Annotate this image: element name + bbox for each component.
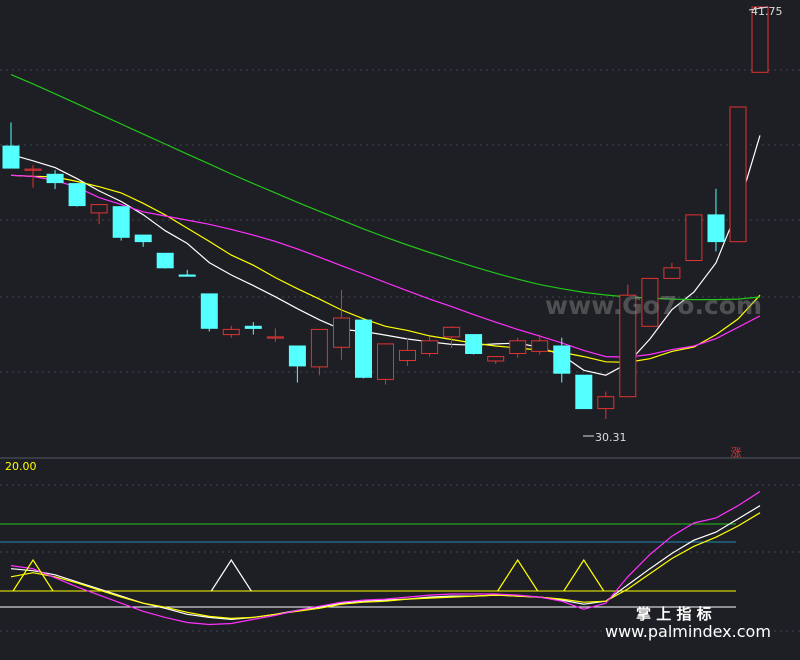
candle-up (509, 340, 527, 354)
candle-up (531, 340, 549, 352)
candle-down (288, 345, 306, 367)
candle-up (90, 204, 108, 214)
candle-up (597, 396, 615, 410)
candle-up (421, 340, 439, 354)
indicator-value-label: 20.00 (5, 460, 37, 473)
candle-up (685, 214, 703, 261)
candle-down (200, 293, 218, 329)
candle-up (487, 356, 505, 362)
candle-up (333, 317, 350, 348)
candle-up (310, 328, 328, 368)
candle-down (46, 173, 64, 184)
candle-down (178, 274, 196, 277)
candle-up (222, 328, 240, 336)
watermark-brand: 掌 上 指 标 (636, 605, 712, 623)
candle-down (134, 234, 152, 243)
candle-down (156, 252, 174, 269)
candle-down (244, 325, 262, 329)
candle-up (663, 267, 681, 279)
watermark-url: www.palmindex.com (605, 622, 771, 641)
chart-canvas: 41.75 30.31 涨 20.00 www.Go7o.com 掌 上 指 标… (0, 0, 800, 655)
candle-down (68, 183, 86, 207)
candle-down (707, 214, 725, 243)
high-price-label: 41.75 (751, 5, 783, 18)
candle-down (575, 374, 593, 410)
candle-up (443, 326, 461, 338)
candle-down (2, 145, 20, 169)
candle-down (112, 206, 130, 238)
candle-down (465, 334, 483, 355)
candle-down (355, 319, 372, 378)
candle-up (377, 343, 394, 380)
candle-up (399, 349, 416, 361)
candle-down (553, 345, 571, 374)
candle-up (266, 336, 284, 339)
stock-chart: 41.75 30.31 涨 20.00 www.Go7o.com 掌 上 指 标… (0, 0, 800, 655)
low-price-label: 30.31 (595, 431, 627, 444)
limit-up-marker: 涨 (731, 446, 742, 459)
watermark-top: www.Go7o.com (545, 291, 762, 320)
candle-up (729, 106, 747, 243)
candle-up (24, 168, 42, 171)
